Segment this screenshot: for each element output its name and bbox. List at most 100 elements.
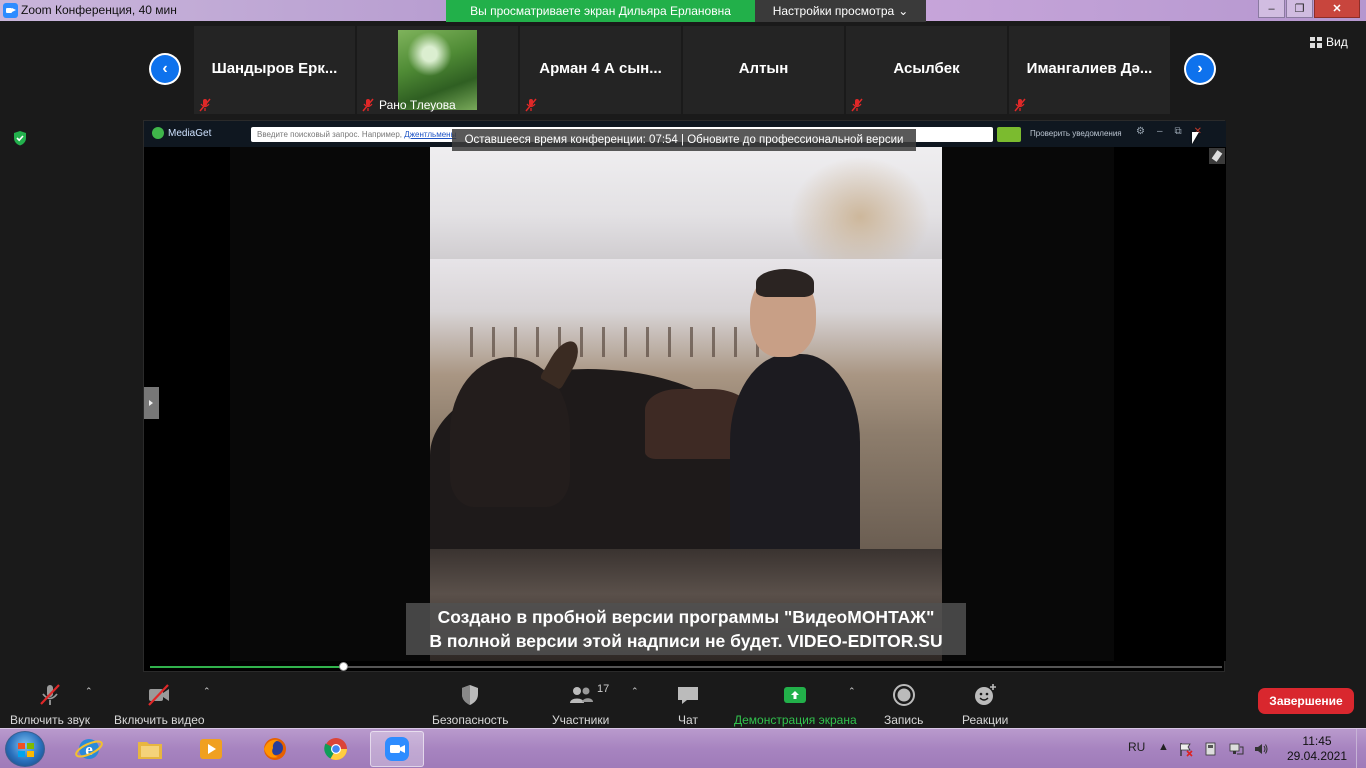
watermark-line-2: В полной версии этой надписи не будет. V… (429, 631, 943, 651)
letterbox-inner-left (230, 147, 430, 661)
mic-muted-icon (362, 98, 374, 112)
participants-label: Участники (552, 713, 610, 727)
reactions-button[interactable]: Реакции (962, 682, 1008, 728)
participants-icon (569, 687, 593, 703)
device-manager-icon[interactable] (1203, 741, 1219, 757)
participant-tile[interactable]: Шандыров Ерк... (194, 26, 355, 114)
participants-options-caret[interactable]: ⌃ (631, 686, 639, 697)
video-progress-bar[interactable] (150, 662, 1222, 671)
participant-tile[interactable]: Алтын (683, 26, 844, 114)
mic-muted-icon (199, 98, 211, 112)
windows-logo-icon (18, 743, 34, 757)
security-shield-icon[interactable] (12, 130, 28, 146)
record-button[interactable]: Запись (884, 682, 923, 728)
participant-name: Арман 4 А сын... (539, 60, 662, 77)
show-hidden-icons-arrow[interactable]: ▲ (1158, 741, 1169, 757)
chat-icon (678, 687, 698, 704)
record-label: Запись (884, 713, 924, 727)
participant-tile[interactable]: Имангалиев Дә... (1009, 26, 1170, 114)
gallery-prev-button[interactable]: ‹ (149, 53, 181, 85)
video-upper-segment (430, 147, 942, 259)
audio-options-caret[interactable]: ⌃ (85, 686, 93, 697)
mic-muted-icon (851, 98, 863, 112)
clock-time: 11:45 (1302, 734, 1332, 748)
view-options-dropdown[interactable]: Настройки просмотра ⌄ (755, 0, 926, 22)
search-icon[interactable] (997, 127, 1021, 142)
share-screen-button[interactable]: Демонстрация экрана (734, 682, 857, 728)
smiley-icon (975, 684, 997, 705)
participant-tile[interactable]: Рано Тлеуова (357, 26, 518, 114)
chrome-icon (324, 738, 347, 760)
chevron-down-icon: ⌄ (898, 4, 909, 18)
progress-handle[interactable] (338, 662, 348, 671)
record-icon (892, 684, 915, 706)
minimize-button[interactable]: – (1258, 0, 1285, 18)
security-label: Безопасность (432, 713, 509, 727)
participant-name: Рано Тлеуова (379, 98, 456, 112)
panel-collapse-tab[interactable] (144, 387, 159, 419)
network-icon[interactable] (1228, 741, 1244, 757)
video-main-scene (430, 259, 942, 549)
taskbar-file-explorer[interactable] (123, 731, 177, 767)
mic-muted-icon (1014, 98, 1026, 112)
taskbar-chrome[interactable] (309, 731, 363, 767)
participant-tile[interactable]: Арман 4 А сын... (520, 26, 681, 114)
action-center-flag-icon[interactable] (1178, 741, 1194, 757)
share-screen-label: Демонстрация экрана (734, 713, 857, 727)
start-button[interactable] (5, 731, 45, 767)
input-language-indicator[interactable]: RU (1128, 740, 1145, 754)
mic-muted-icon (40, 684, 60, 705)
camera-off-icon (148, 684, 170, 706)
taskbar-zoom[interactable] (370, 731, 424, 767)
progress-fill (150, 666, 343, 668)
maximize-button[interactable]: ❐ (1286, 0, 1313, 18)
mediaget-icon (152, 127, 164, 139)
fence-background (470, 327, 770, 357)
start-video-label: Включить видео (114, 713, 205, 727)
show-desktop-button[interactable] (1356, 729, 1366, 768)
mouse-cursor (1192, 132, 1199, 144)
participant-name: Алтын (738, 60, 789, 77)
gallery-next-button[interactable]: › (1184, 53, 1216, 85)
unmute-button[interactable]: Включить звук (10, 682, 90, 728)
participant-tile[interactable]: Асылбек (846, 26, 1007, 114)
participant-name: Шандыров Ерк... (211, 60, 338, 77)
check-notifications-link[interactable]: Проверить уведомления (1030, 129, 1122, 138)
volume-icon[interactable] (1253, 741, 1269, 757)
chat-label: Чат (678, 713, 698, 727)
meeting-time-remaining: Оставшееся время конференции: 07:54 | Об… (452, 129, 916, 151)
share-options-caret[interactable]: ⌃ (848, 686, 856, 697)
gear-icon[interactable]: ⚙ (1136, 126, 1145, 137)
system-tray: ▲ (1158, 741, 1269, 757)
search-placeholder: Введите поисковый запрос. Например, (257, 130, 405, 139)
start-video-button[interactable]: Включить видео (114, 682, 205, 728)
chevron-left-icon: ‹ (151, 55, 179, 83)
taskbar-firefox[interactable] (248, 731, 302, 767)
security-button[interactable]: Безопасность (432, 682, 509, 728)
viewing-notice: Вы просматриваете экран Дильяра Ерлановн… (446, 0, 755, 22)
maximize-icon[interactable]: ⧉ (1175, 126, 1182, 137)
zoom-app-icon (3, 3, 18, 18)
pin-icon[interactable] (1209, 148, 1225, 164)
chevron-right-icon: › (1186, 55, 1214, 83)
firefox-icon (264, 738, 286, 760)
meeting-toolbar: Включить звук ⌃ Включить видео ⌃ Безопас… (0, 676, 1366, 728)
chat-button[interactable]: Чат (675, 682, 701, 728)
search-example-link[interactable]: Джентльмены (404, 130, 456, 139)
end-meeting-button[interactable]: Завершение (1258, 688, 1354, 714)
mic-muted-icon (525, 98, 537, 112)
letterbox-inner-right (942, 147, 1114, 661)
shared-video-frame (430, 147, 942, 661)
reactions-label: Реакции (962, 713, 1009, 727)
media-player-icon (200, 739, 222, 759)
zoom-icon (385, 737, 409, 761)
view-layout-button[interactable]: Вид (1310, 32, 1358, 52)
screen-share-banner: Вы просматриваете экран Дильяра Ерлановн… (446, 0, 926, 22)
video-options-caret[interactable]: ⌃ (203, 686, 211, 697)
taskbar-internet-explorer[interactable]: e (62, 731, 116, 767)
minimize-icon[interactable]: – (1157, 126, 1163, 137)
close-button[interactable]: ✕ (1314, 0, 1360, 18)
taskbar-clock[interactable]: 11:45 29.04.2021 (1284, 734, 1350, 764)
view-options-label: Настройки просмотра (772, 4, 895, 18)
taskbar-media-player[interactable] (184, 731, 238, 767)
